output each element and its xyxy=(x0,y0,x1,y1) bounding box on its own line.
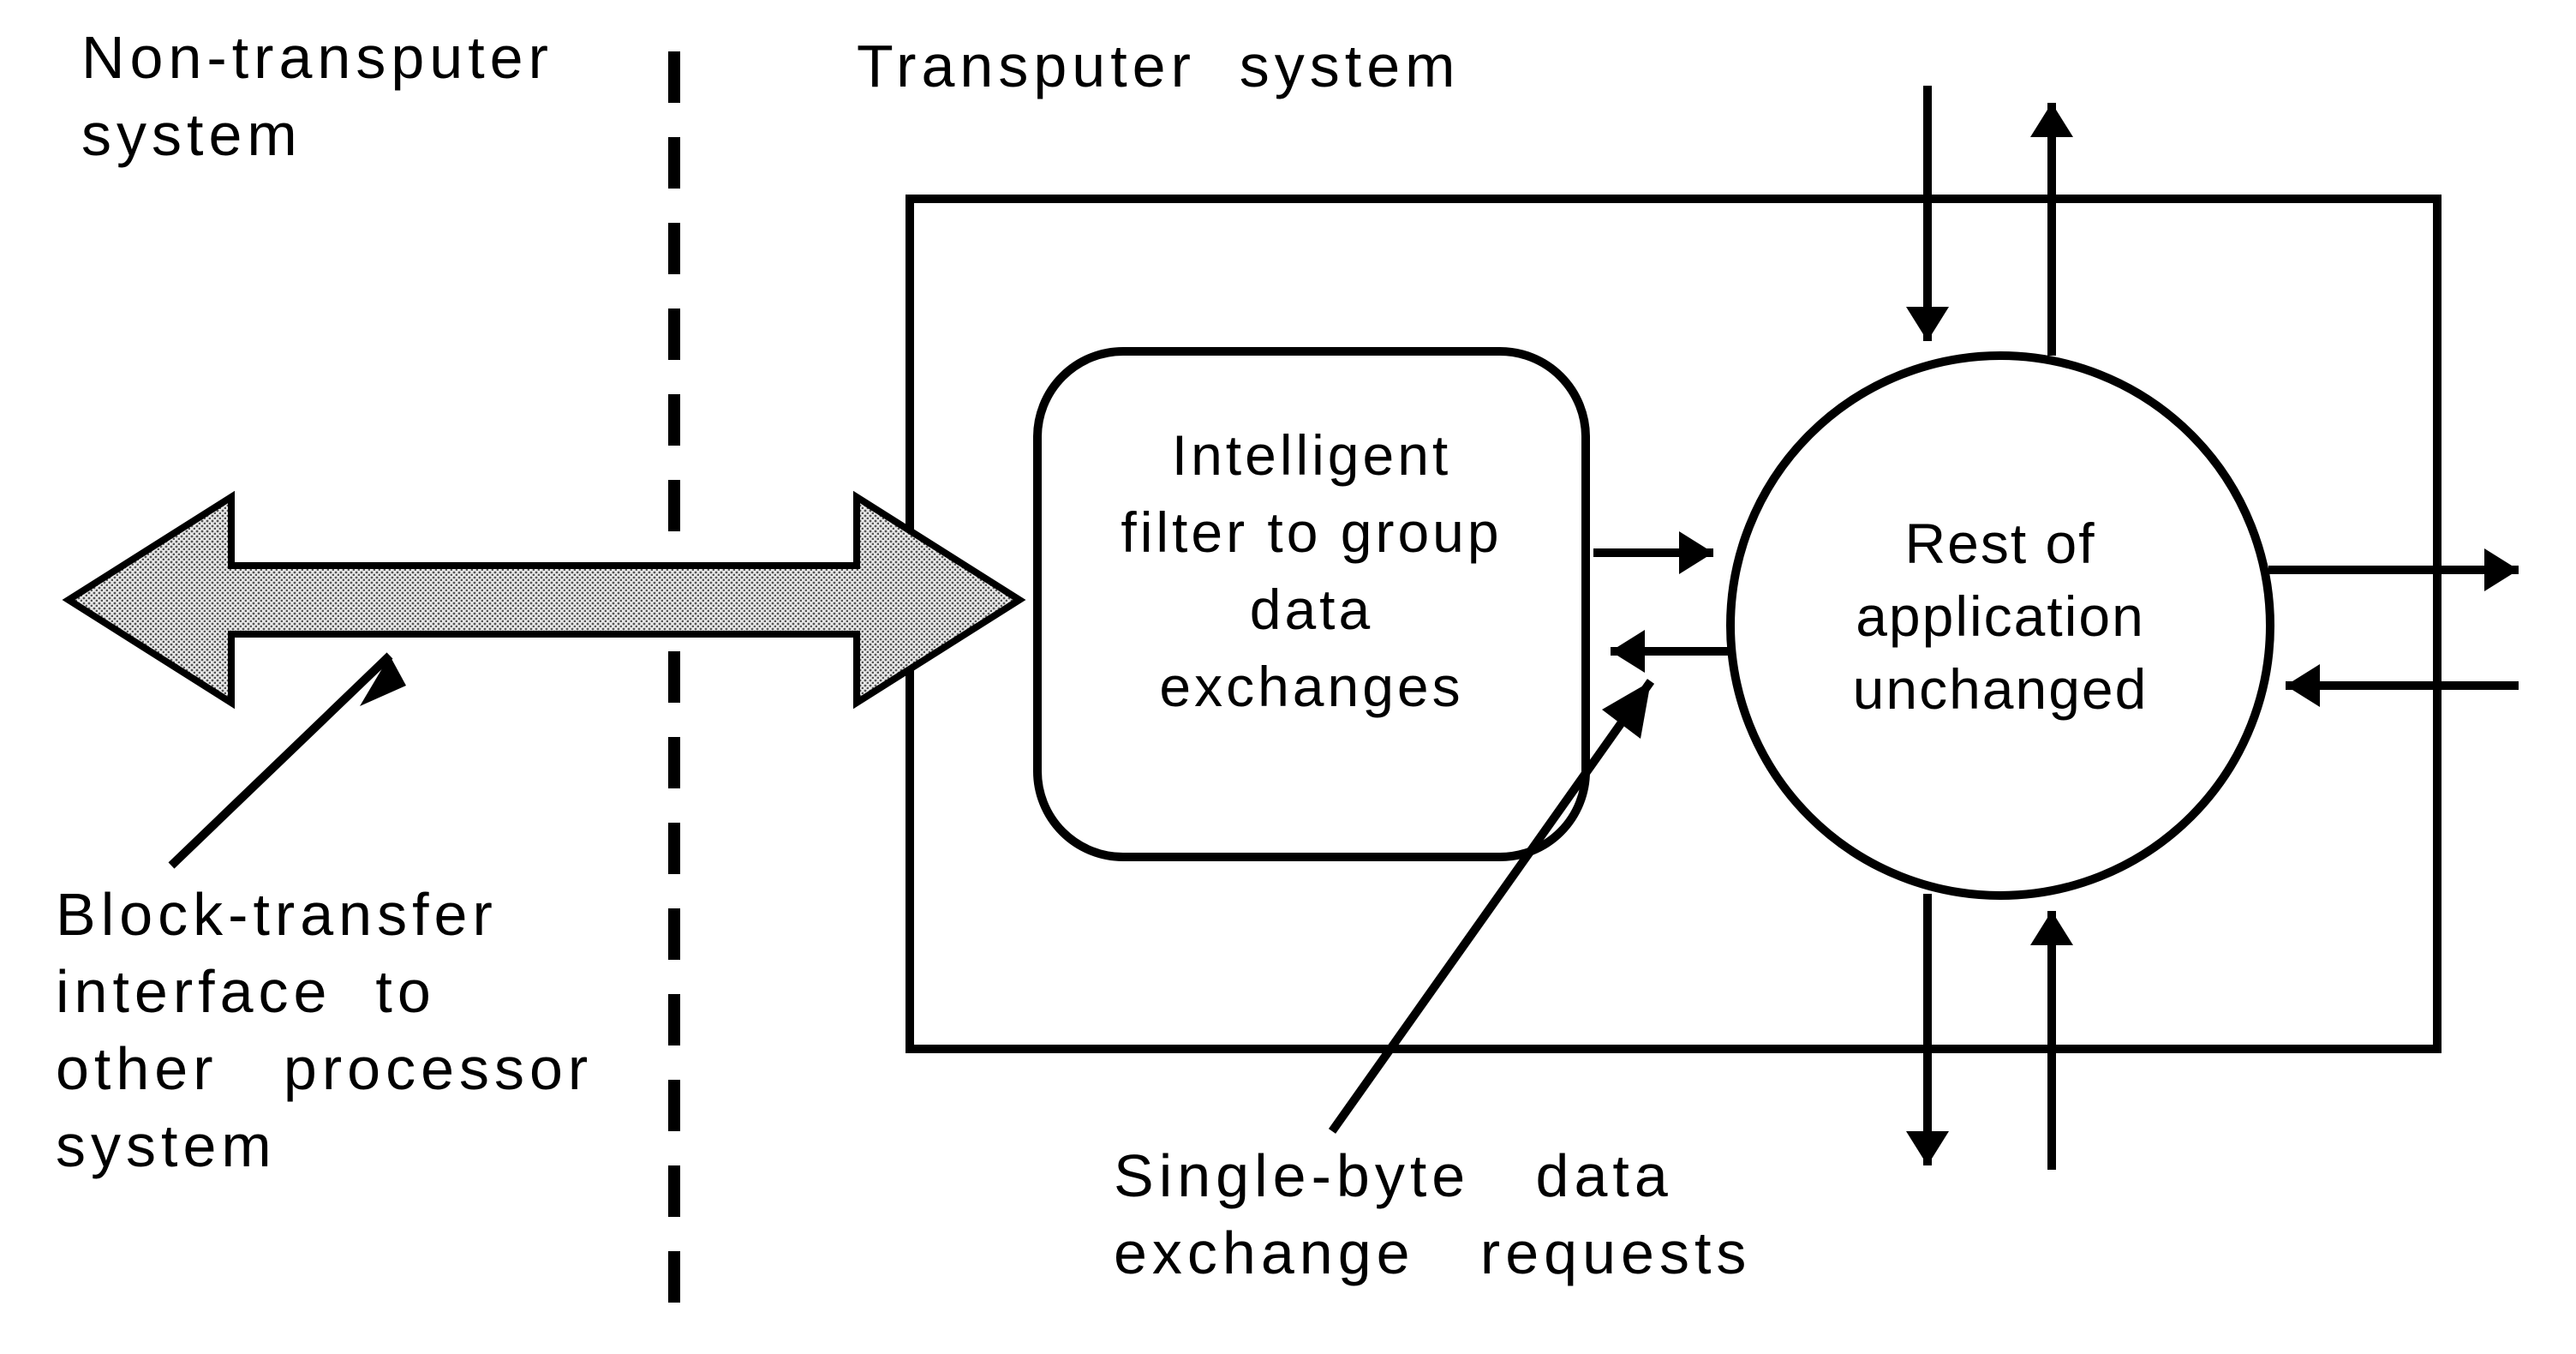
block-transfer-line2: interface to xyxy=(56,956,436,1027)
arrow-circle-bottom-out xyxy=(1906,894,1949,1165)
single-byte-line2: exchange requests xyxy=(1114,1217,1751,1289)
filter-text-line3: data xyxy=(1037,574,1586,645)
diagram-stage: Non-transputer system Transputer system … xyxy=(0,0,2576,1354)
block-transfer-line3: other processor xyxy=(56,1033,593,1105)
arrow-circle-to-filter xyxy=(1611,630,1730,673)
transputer-system-label: Transputer system xyxy=(857,30,1460,102)
circle-text-line2: application xyxy=(1778,583,2223,650)
filter-text-line4: exchanges xyxy=(1037,651,1586,722)
arrow-circle-top-in xyxy=(1906,86,1949,341)
block-transfer-line1: Block-transfer xyxy=(56,878,498,950)
circle-text-line1: Rest of xyxy=(1778,510,2223,578)
filter-text-line2: filter to group xyxy=(1037,497,1586,568)
arrow-circle-bottom-in xyxy=(2030,911,2073,1170)
single-byte-line1: Single-byte data xyxy=(1114,1140,1673,1212)
arrow-circle-right-in xyxy=(2286,664,2519,707)
block-transfer-line4: system xyxy=(56,1110,277,1182)
arrow-filter-to-circle xyxy=(1593,531,1713,574)
circle-text-line3: unchanged xyxy=(1778,656,2223,723)
filter-text-line1: Intelligent xyxy=(1037,420,1586,491)
non-transputer-label-line2: system xyxy=(81,99,302,171)
block-transfer-arrow xyxy=(69,497,1019,703)
arrow-circle-right-out xyxy=(2268,548,2519,591)
non-transputer-label-line1: Non-transputer xyxy=(81,21,553,93)
arrow-circle-top-out xyxy=(2030,103,2073,356)
